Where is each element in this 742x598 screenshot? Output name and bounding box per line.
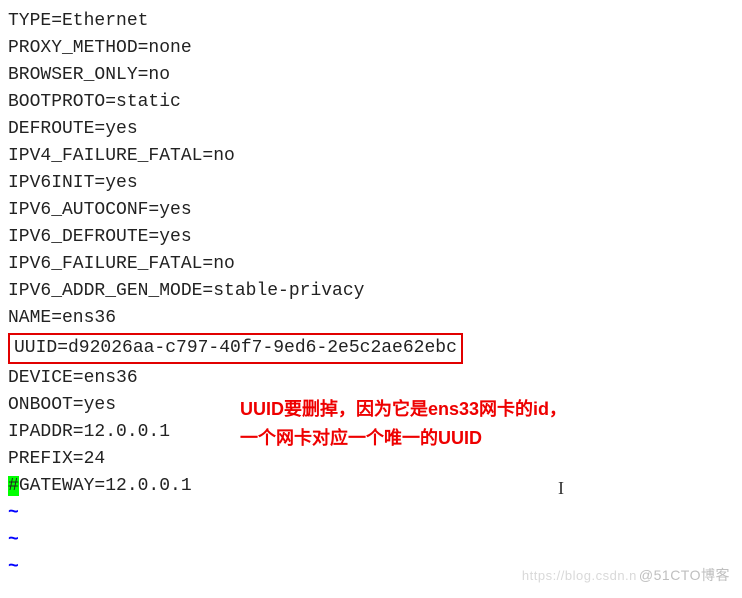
- config-line: BOOTPROTO=static: [8, 89, 734, 116]
- gateway-line: #GATEWAY=12.0.0.1: [8, 473, 734, 500]
- cursor-position: #: [8, 476, 19, 496]
- empty-line-tilde: ~: [8, 500, 734, 527]
- empty-line-tilde: ~: [8, 527, 734, 554]
- text-cursor-icon: I: [558, 475, 564, 502]
- config-line: IPV6_DEFROUTE=yes: [8, 224, 734, 251]
- config-line: PROXY_METHOD=none: [8, 35, 734, 62]
- annotation-line1: UUID要删掉，因为它是ens33网卡的id，: [240, 395, 567, 424]
- annotation-text: UUID要删掉，因为它是ens33网卡的id， 一个网卡对应一个唯一的UUID: [240, 395, 567, 453]
- gateway-text: GATEWAY=12.0.0.1: [19, 476, 192, 496]
- config-line: IPV6_FAILURE_FATAL=no: [8, 251, 734, 278]
- config-line: BROWSER_ONLY=no: [8, 62, 734, 89]
- config-line: TYPE=Ethernet: [8, 8, 734, 35]
- watermark: https://blog.csdn.n@51CTO博客: [522, 565, 730, 586]
- watermark-right: @51CTO博客: [639, 567, 730, 583]
- config-line: IPV6_ADDR_GEN_MODE=stable-privacy: [8, 278, 734, 305]
- config-line: DEVICE=ens36: [8, 365, 734, 392]
- watermark-left: https://blog.csdn.n: [522, 568, 637, 583]
- uuid-highlighted-line: UUID=d92026aa-c797-40f7-9ed6-2e5c2ae62eb…: [8, 333, 463, 364]
- editor-content[interactable]: TYPE=Ethernet PROXY_METHOD=none BROWSER_…: [8, 8, 734, 581]
- config-line: IPV4_FAILURE_FATAL=no: [8, 143, 734, 170]
- annotation-line2: 一个网卡对应一个唯一的UUID: [240, 424, 567, 453]
- config-line: DEFROUTE=yes: [8, 116, 734, 143]
- config-line: NAME=ens36: [8, 305, 734, 332]
- config-line: IPV6_AUTOCONF=yes: [8, 197, 734, 224]
- config-line: IPV6INIT=yes: [8, 170, 734, 197]
